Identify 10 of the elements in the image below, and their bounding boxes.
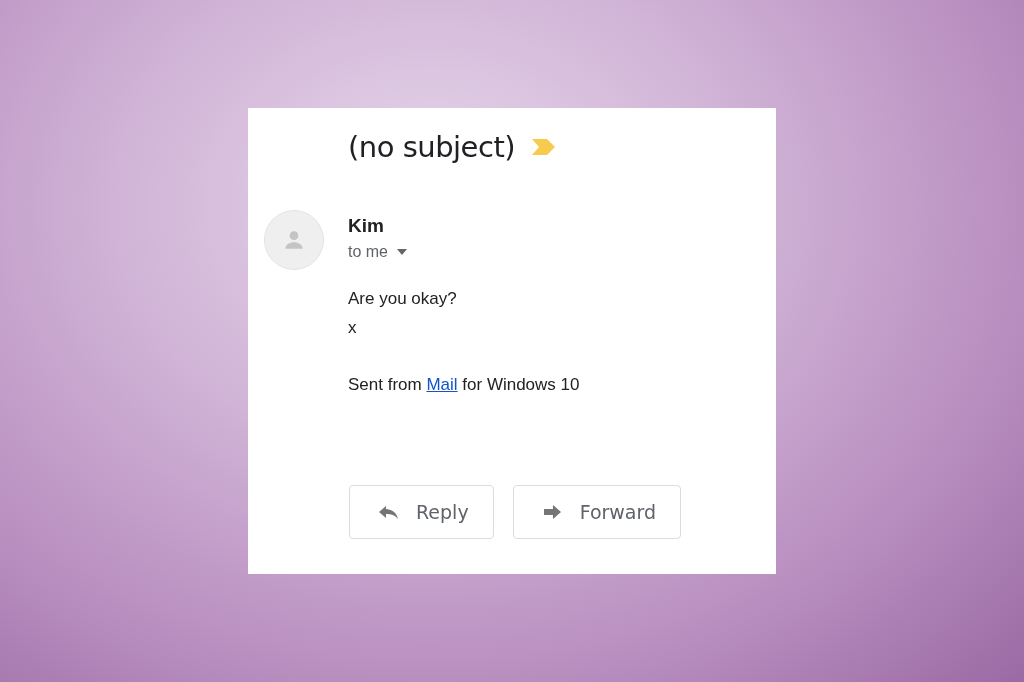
reply-button[interactable]: Reply	[349, 485, 494, 539]
forward-button[interactable]: Forward	[512, 485, 682, 539]
mail-link[interactable]: Mail	[426, 375, 458, 394]
email-subject: (no subject)	[348, 130, 516, 164]
caret-icon[interactable]	[396, 248, 408, 256]
sender-name: Kim	[348, 214, 385, 238]
message-text: x	[348, 317, 358, 339]
signature-text: Sent from Mail for Windows 10	[348, 374, 581, 396]
recipient-label: to me	[348, 243, 388, 261]
message-text: Are you okay?	[348, 288, 458, 310]
